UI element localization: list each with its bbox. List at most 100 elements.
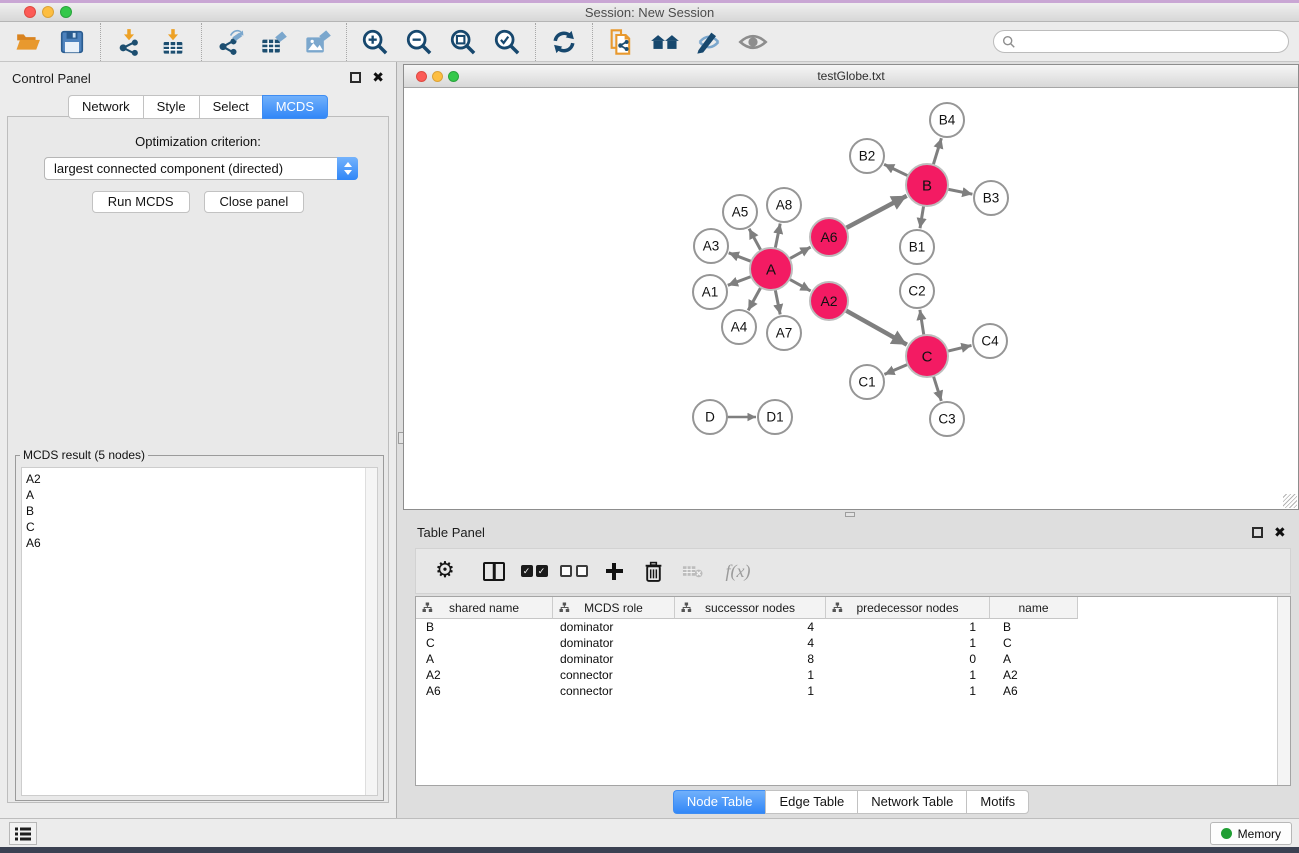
graph-edge-A-A7[interactable] <box>775 289 780 315</box>
select-all-button[interactable]: ✓✓ <box>514 556 554 586</box>
table-cell[interactable]: dominator <box>553 651 675 667</box>
function-builder-button[interactable]: f(x) <box>712 556 764 586</box>
graph-edge-B-B1[interactable] <box>920 205 924 229</box>
table-cell[interactable]: 0 <box>826 651 990 667</box>
network-minimize-button[interactable] <box>432 71 443 82</box>
graph-node-A1[interactable]: A1 <box>693 275 727 309</box>
table-cell[interactable]: 1 <box>826 683 990 699</box>
table-cell[interactable]: 1 <box>826 619 990 635</box>
export-table-button[interactable] <box>259 27 289 57</box>
tab-network-table[interactable]: Network Table <box>857 790 966 814</box>
overview-houses-button[interactable] <box>650 27 680 57</box>
search-input[interactable] <box>1021 35 1279 49</box>
criterion-select[interactable]: largest connected component (directed) <box>44 157 358 180</box>
column-header-shared-name[interactable]: shared name <box>416 597 553 619</box>
graph-node-A2[interactable]: A2 <box>810 282 848 320</box>
open-session-button[interactable] <box>13 27 43 57</box>
graph-edge-C-C4[interactable] <box>947 345 972 351</box>
graph-edge-A2-C[interactable] <box>845 310 907 345</box>
window-resize-grip[interactable] <box>1283 494 1297 508</box>
graph-edge-A-A8[interactable] <box>775 224 780 250</box>
table-cell[interactable]: B <box>990 619 1078 635</box>
table-cell[interactable]: C <box>990 635 1078 651</box>
table-cell[interactable]: 4 <box>675 619 826 635</box>
table-cell[interactable]: A6 <box>416 683 553 699</box>
zoom-in-button[interactable] <box>360 27 390 57</box>
graph-node-A3[interactable]: A3 <box>694 229 728 263</box>
graph-edge-A-A1[interactable] <box>728 276 753 285</box>
graph-edge-A-A3[interactable] <box>729 253 753 262</box>
graph-node-D1[interactable]: D1 <box>758 400 792 434</box>
graph-node-B4[interactable]: B4 <box>930 103 964 137</box>
table-row[interactable]: A2connector11A2 <box>416 667 1276 683</box>
graph-node-A[interactable]: A <box>750 248 792 290</box>
close-table-panel-icon[interactable]: ✖ <box>1274 526 1286 538</box>
tab-style[interactable]: Style <box>143 95 199 119</box>
save-session-button[interactable] <box>57 27 87 57</box>
column-header-name[interactable]: name <box>990 597 1078 619</box>
close-panel-button[interactable]: Close panel <box>204 191 305 213</box>
graph-node-A6[interactable]: A6 <box>810 218 848 256</box>
table-cell[interactable]: A6 <box>990 683 1078 699</box>
table-cell[interactable]: 1 <box>826 635 990 651</box>
result-item[interactable]: A6 <box>22 535 377 551</box>
table-cell[interactable]: A2 <box>416 667 553 683</box>
graph-edge-C-C2[interactable] <box>920 310 924 336</box>
table-scrollbar[interactable] <box>1277 597 1290 785</box>
table-cell[interactable]: 4 <box>675 635 826 651</box>
graph-edge-A-A6[interactable] <box>789 247 811 259</box>
tab-node-table[interactable]: Node Table <box>673 790 766 814</box>
memory-button[interactable]: Memory <box>1210 822 1292 845</box>
graph-node-A8[interactable]: A8 <box>767 188 801 222</box>
table-row[interactable]: A6connector11A6 <box>416 683 1276 699</box>
deselect-all-button[interactable] <box>554 556 594 586</box>
float-table-panel-icon[interactable] <box>1252 527 1263 538</box>
graph-node-B3[interactable]: B3 <box>974 181 1008 215</box>
graph-edge-C-C3[interactable] <box>933 375 941 401</box>
tab-network[interactable]: Network <box>68 95 143 119</box>
network-window-titlebar[interactable]: testGlobe.txt <box>404 65 1298 88</box>
table-cell[interactable]: A <box>990 651 1078 667</box>
table-cell[interactable]: 1 <box>675 667 826 683</box>
graph-edge-C-C1[interactable] <box>884 364 908 374</box>
graph-node-A5[interactable]: A5 <box>723 195 757 229</box>
graph-node-B1[interactable]: B1 <box>900 230 934 264</box>
graph-edge-A6-B[interactable] <box>845 196 907 229</box>
tab-mcds[interactable]: MCDS <box>262 95 328 119</box>
task-history-button[interactable] <box>9 822 37 845</box>
tab-edge-table[interactable]: Edge Table <box>765 790 857 814</box>
show-graphics-button[interactable] <box>738 27 768 57</box>
graph-edge-B-B2[interactable] <box>884 164 909 176</box>
graph-node-A7[interactable]: A7 <box>767 316 801 350</box>
zoom-fit-button[interactable] <box>448 27 478 57</box>
network-canvas[interactable]: B4B2BB3A8A5A6A3B1AA1C2A2A4A7C4CC1DD1C3 <box>404 88 1298 509</box>
graph-edge-A-A4[interactable] <box>748 287 761 311</box>
close-panel-icon[interactable]: ✖ <box>372 71 384 83</box>
horizontal-splitter-handle[interactable] <box>845 512 855 517</box>
column-header-MCDS-role[interactable]: MCDS role <box>553 597 675 619</box>
graph-node-B2[interactable]: B2 <box>850 139 884 173</box>
table-row[interactable]: Bdominator41B <box>416 619 1276 635</box>
table-cell[interactable]: dominator <box>553 635 675 651</box>
graph-node-D[interactable]: D <box>693 400 727 434</box>
table-cell[interactable]: B <box>416 619 553 635</box>
table-settings-button[interactable]: ⚙ <box>416 556 474 586</box>
table-row[interactable]: Cdominator41C <box>416 635 1276 651</box>
graph-edge-B-B3[interactable] <box>947 189 973 194</box>
table-cell[interactable]: C <box>416 635 553 651</box>
run-mcds-button[interactable]: Run MCDS <box>92 191 190 213</box>
search-field[interactable] <box>993 30 1289 53</box>
import-table-button[interactable] <box>158 27 188 57</box>
clone-network-button[interactable] <box>606 27 636 57</box>
export-network-button[interactable] <box>215 27 245 57</box>
graph-node-C3[interactable]: C3 <box>930 402 964 436</box>
result-item[interactable]: B <box>22 503 377 519</box>
table-cell[interactable]: A2 <box>990 667 1078 683</box>
table-cell[interactable]: A <box>416 651 553 667</box>
graph-node-C1[interactable]: C1 <box>850 365 884 399</box>
table-cell[interactable]: connector <box>553 683 675 699</box>
zoom-selected-button[interactable] <box>492 27 522 57</box>
table-cell[interactable]: dominator <box>553 619 675 635</box>
graph-node-A4[interactable]: A4 <box>722 310 756 344</box>
result-scrollbar[interactable] <box>365 468 377 795</box>
